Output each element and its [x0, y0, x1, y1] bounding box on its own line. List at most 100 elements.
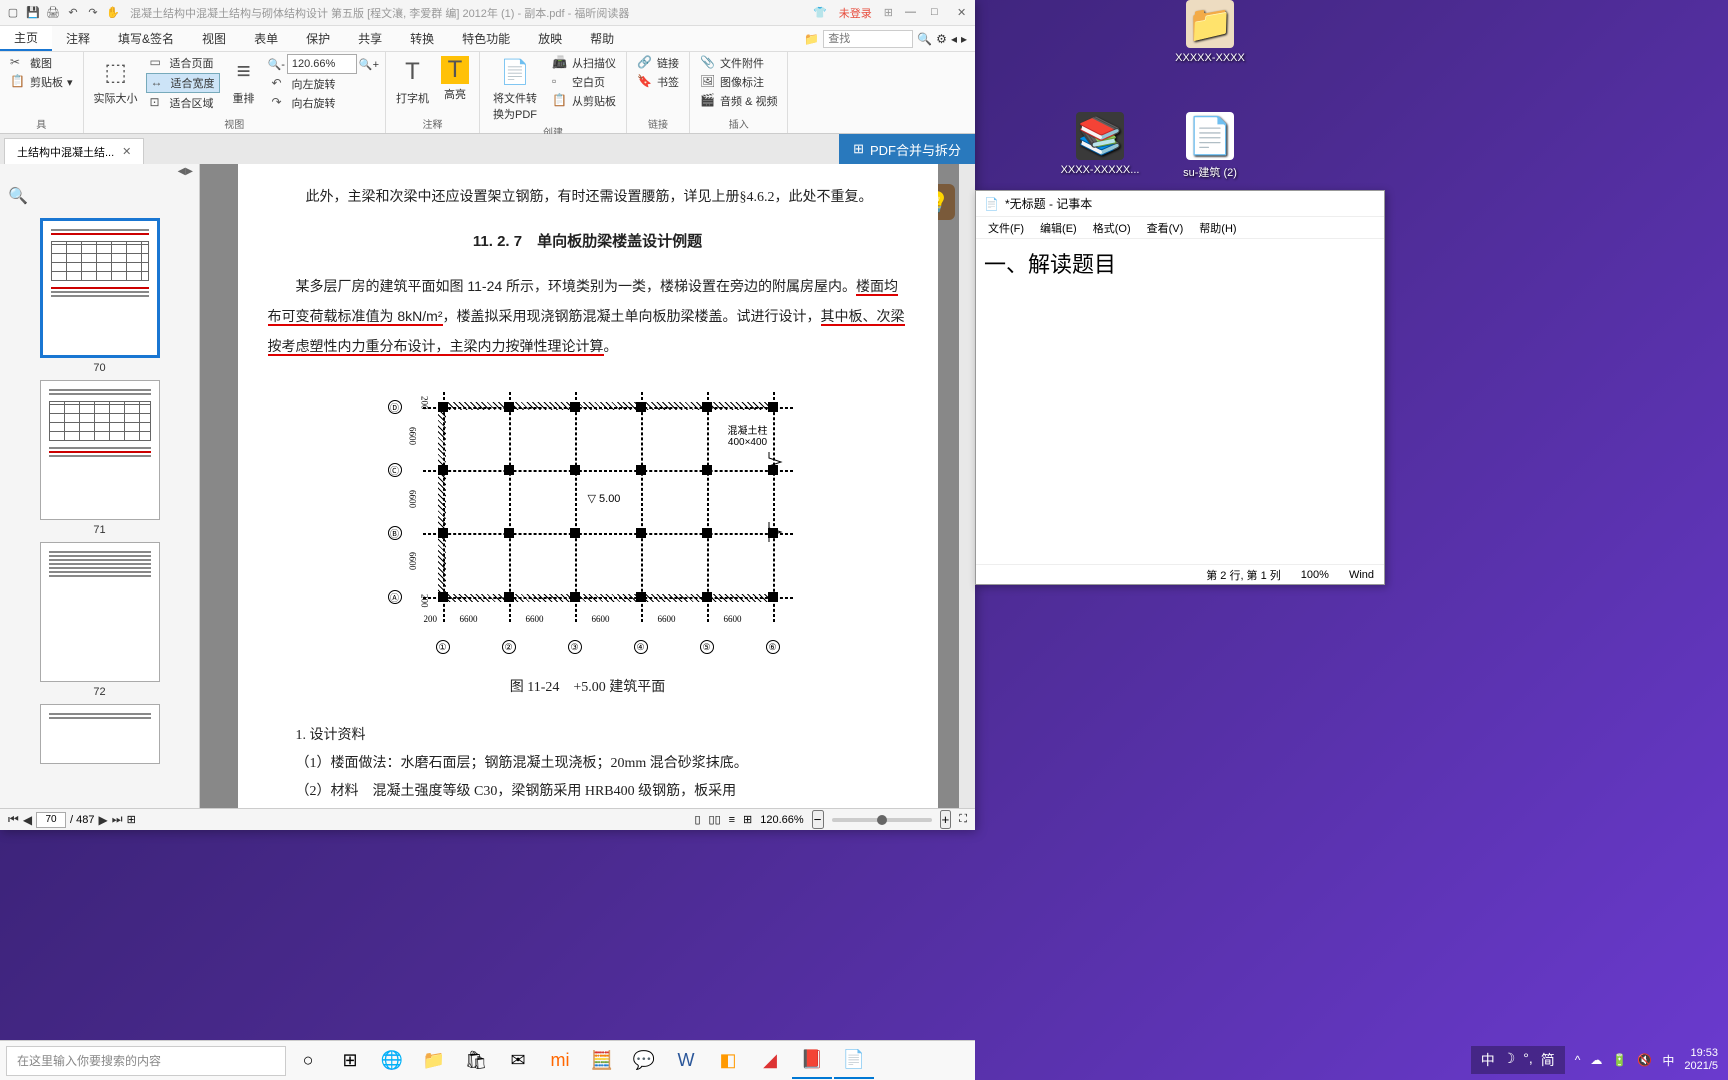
- sketchup-icon[interactable]: ◢: [750, 1043, 790, 1079]
- ime-indicator[interactable]: 中☽°,简: [1471, 1046, 1565, 1074]
- rotate-left-button[interactable]: ↶向左旋转: [268, 75, 379, 93]
- convert-pdf-button[interactable]: 📄将文件转换为PDF: [486, 54, 544, 124]
- tray-up-icon[interactable]: ^: [1575, 1053, 1581, 1067]
- tab-convert[interactable]: 转换: [396, 26, 448, 51]
- settings-icon[interactable]: ⚙: [936, 32, 947, 46]
- bookmark-button[interactable]: 🔖书签: [633, 73, 683, 91]
- page-view[interactable]: 💡 此外，主梁和次梁中还应设置架立钢筋，有时还需设置腰筋，详见上册§4.6.2，…: [200, 164, 975, 808]
- clipboard-button[interactable]: 📋剪贴板▾: [6, 73, 77, 91]
- next-result-icon[interactable]: ▸: [961, 32, 967, 46]
- image-annotation-button[interactable]: 🖼图像标注: [696, 73, 781, 91]
- tab-annotate[interactable]: 注释: [52, 26, 104, 51]
- menu-view[interactable]: 查看(V): [1141, 220, 1190, 236]
- close-icon[interactable]: ✕: [957, 6, 971, 20]
- thumbnail-73[interactable]: [8, 704, 191, 764]
- fullscreen-icon[interactable]: ⛶: [959, 813, 967, 826]
- desktop-folder-2[interactable]: 📚 XXXX-XXXXX...: [1060, 112, 1140, 180]
- taskbar-search[interactable]: 在这里输入你要搜索的内容: [6, 1046, 286, 1076]
- search-icon[interactable]: 🔍: [917, 32, 932, 46]
- menu-file[interactable]: 文件(F): [982, 220, 1030, 236]
- thumbnail-list[interactable]: 70 71 72: [0, 210, 199, 808]
- zoom-in-button[interactable]: +: [940, 810, 952, 829]
- skin-icon[interactable]: 👕: [813, 6, 827, 19]
- zoom-in-icon[interactable]: 🔍+: [359, 58, 379, 71]
- battery-icon[interactable]: 🔋: [1612, 1053, 1627, 1067]
- print-icon[interactable]: 🖨: [44, 4, 62, 22]
- notepad-textarea[interactable]: 一、解读题目: [976, 239, 1384, 564]
- view-mode-icon[interactable]: ⊞: [127, 813, 136, 826]
- wechat-icon[interactable]: 💬: [624, 1043, 664, 1079]
- apps-icon[interactable]: ⊞: [884, 6, 893, 19]
- document-tab[interactable]: 土结构中混凝土结... ✕: [4, 138, 144, 164]
- panel-collapse-icon[interactable]: ◀▶: [178, 166, 193, 180]
- rotate-right-button[interactable]: ↷向右旋转: [268, 94, 379, 112]
- reflow-button[interactable]: ≡重排: [224, 54, 264, 108]
- tab-home[interactable]: 主页: [0, 26, 52, 51]
- tab-close-icon[interactable]: ✕: [122, 145, 131, 158]
- menu-format[interactable]: 格式(O): [1087, 220, 1137, 236]
- search-input[interactable]: [823, 30, 913, 48]
- last-page-button[interactable]: ⏭: [112, 812, 123, 827]
- desktop-folder-1[interactable]: 📁 XXXXX-XXXX: [1170, 0, 1250, 64]
- login-button[interactable]: 未登录: [839, 5, 872, 21]
- fit-width-button[interactable]: ↔适合宽度: [146, 73, 220, 93]
- page-scrollbar[interactable]: [959, 164, 975, 808]
- task-view-icon[interactable]: ⊞: [330, 1043, 370, 1079]
- merge-split-button[interactable]: ⊞ PDF合并与拆分: [839, 134, 975, 164]
- from-clipboard-button[interactable]: 📋从剪贴板: [548, 92, 620, 110]
- layout-continuous-facing-icon[interactable]: ⊞: [743, 813, 752, 826]
- fit-visible-button[interactable]: ⊡适合区域: [146, 94, 220, 112]
- save-icon[interactable]: 💾: [24, 4, 42, 22]
- prev-page-button[interactable]: ◀: [23, 813, 32, 827]
- menu-help[interactable]: 帮助(H): [1193, 220, 1242, 236]
- thumbnail-70[interactable]: 70: [8, 218, 191, 374]
- tab-share[interactable]: 共享: [344, 26, 396, 51]
- file-attachment-button[interactable]: 📎文件附件: [696, 54, 781, 72]
- screenshot-button[interactable]: ✂截图: [6, 54, 77, 72]
- zoom-slider[interactable]: [832, 818, 932, 822]
- layout-continuous-icon[interactable]: ≡: [729, 814, 735, 826]
- open-icon[interactable]: ▢: [4, 4, 22, 22]
- hand-icon[interactable]: ✋: [104, 4, 122, 22]
- tab-form[interactable]: 表单: [240, 26, 292, 51]
- edge-icon[interactable]: 🌐: [372, 1043, 412, 1079]
- zoom-out-button[interactable]: −: [812, 810, 824, 829]
- desktop-file-1[interactable]: 📄 su-建筑 (2): [1170, 112, 1250, 180]
- thumbnail-71[interactable]: 71: [8, 380, 191, 536]
- tab-feature[interactable]: 特色功能: [448, 26, 524, 51]
- tab-help[interactable]: 帮助: [576, 26, 628, 51]
- cortana-icon[interactable]: ○: [288, 1043, 328, 1079]
- blank-page-button[interactable]: ▫空白页: [548, 73, 620, 91]
- cloud-icon[interactable]: ☁: [1590, 1053, 1602, 1067]
- layout-single-icon[interactable]: ▯: [694, 813, 700, 826]
- highlight-button[interactable]: T高亮: [437, 54, 473, 104]
- tab-slideshow[interactable]: 放映: [524, 26, 576, 51]
- tab-protect[interactable]: 保护: [292, 26, 344, 51]
- tab-view[interactable]: 视图: [188, 26, 240, 51]
- explorer-icon[interactable]: 📁: [414, 1043, 454, 1079]
- from-scanner-button[interactable]: 📠从扫描仪: [548, 54, 620, 72]
- menu-edit[interactable]: 编辑(E): [1034, 220, 1083, 236]
- actual-size-button[interactable]: ⬚实际大小: [90, 54, 142, 108]
- fit-page-button[interactable]: ▭适合页面: [146, 54, 220, 72]
- undo-icon[interactable]: ↶: [64, 4, 82, 22]
- redo-icon[interactable]: ↷: [84, 4, 102, 22]
- volume-icon[interactable]: 🔇: [1637, 1053, 1652, 1067]
- mi-icon[interactable]: mi: [540, 1043, 580, 1079]
- next-page-button[interactable]: ▶: [99, 813, 108, 827]
- minimize-icon[interactable]: —: [905, 6, 919, 20]
- typewriter-button[interactable]: T打字机: [392, 54, 433, 108]
- layout-facing-icon[interactable]: ▯▯: [709, 813, 721, 826]
- mail-icon[interactable]: ✉: [498, 1043, 538, 1079]
- first-page-button[interactable]: ⏮: [8, 812, 19, 827]
- panel-search-icon[interactable]: 🔍: [8, 188, 28, 205]
- link-button[interactable]: 🔗链接: [633, 54, 683, 72]
- foxit-icon[interactable]: 📕: [792, 1043, 832, 1079]
- store-icon[interactable]: 🛍: [456, 1043, 496, 1079]
- app-icon[interactable]: ◧: [708, 1043, 748, 1079]
- folder-search-icon[interactable]: 📁: [804, 32, 819, 46]
- notepad-taskbar-icon[interactable]: 📄: [834, 1043, 874, 1079]
- audio-video-button[interactable]: 🎬音频 & 视频: [696, 92, 781, 110]
- zoom-value[interactable]: 120.66%: [287, 54, 357, 74]
- calculator-icon[interactable]: 🧮: [582, 1043, 622, 1079]
